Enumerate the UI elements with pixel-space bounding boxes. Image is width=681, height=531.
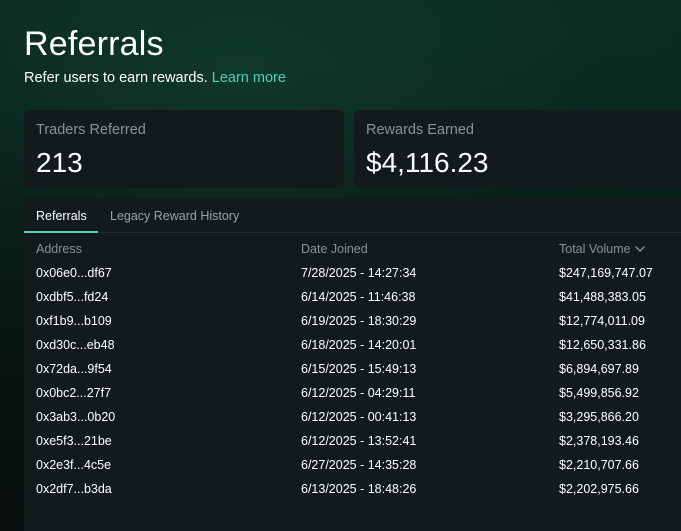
date-joined-cell: 6/12/2025 - 04:29:11 bbox=[301, 386, 416, 400]
date-joined-cell: 6/19/2025 - 18:30:29 bbox=[301, 314, 417, 328]
table-row[interactable]: 0x06e0...df67 7/28/2025 - 14:27:34 $247,16… bbox=[24, 264, 681, 288]
total-volume-cell: $41,488,383.05 bbox=[559, 290, 646, 304]
address-cell: 0x06e0...df67 bbox=[36, 266, 112, 280]
tab-bar: Referrals Legacy Reward History bbox=[24, 198, 681, 233]
total-volume-cell: $12,774,011.09 bbox=[559, 314, 645, 328]
page-title: Referrals bbox=[24, 25, 164, 63]
total-volume-cell: $12,650,331.86 bbox=[559, 338, 646, 352]
subtitle-text: Refer users to earn rewards. bbox=[24, 70, 208, 86]
table-row[interactable]: 0x2e3f...4c5e 6/27/2025 - 14:35:28 $2,210,… bbox=[24, 456, 681, 480]
address-cell: 0x0bc2...27f7 bbox=[36, 386, 112, 400]
address-cell: 0xd30c...eb48 bbox=[36, 338, 115, 352]
address-cell: 0xdbf5...fd24 bbox=[36, 290, 109, 304]
chevron-down-icon bbox=[634, 246, 645, 252]
date-joined-cell: 7/28/2025 - 14:27:34 bbox=[301, 266, 417, 280]
address-cell: 0x3ab3...0b20 bbox=[36, 410, 116, 424]
page-header: Referrals Refer users to earn rewards. L… bbox=[24, 24, 286, 87]
table-row[interactable]: 0x2df7...b3da 6/13/2025 - 18:48:26 $2,202,… bbox=[24, 480, 681, 504]
table-row[interactable]: 0x72da...9f54 6/15/2025 - 15:49:13 $6,894,… bbox=[24, 360, 681, 384]
total-volume-cell: $2,210,707.66 bbox=[559, 458, 639, 472]
rewards-earned-value: $4,116.23 bbox=[366, 147, 489, 178]
referrals-panel: Referrals Legacy Reward History Address … bbox=[24, 198, 681, 531]
table-row[interactable]: 0xf1b9...b109 6/19/2025 - 18:30:29 $12,774… bbox=[24, 312, 681, 336]
address-cell: 0xe5f3...21be bbox=[36, 434, 112, 448]
column-header-address[interactable]: Address bbox=[36, 241, 82, 257]
address-cell: 0x2e3f...4c5e bbox=[36, 458, 112, 472]
address-cell: 0xf1b9...b109 bbox=[36, 314, 112, 328]
total-volume-label: Total Volume bbox=[559, 242, 631, 256]
date-joined-cell: 6/15/2025 - 15:49:13 bbox=[301, 362, 417, 376]
rewards-earned-label: Rewards Earned bbox=[366, 122, 474, 138]
total-volume-cell: $247,169,747.07 bbox=[559, 266, 653, 280]
table-row[interactable]: 0xe5f3...21be 6/12/2025 - 13:52:41 $2,378,… bbox=[24, 432, 681, 456]
table-row[interactable]: 0x0bc2...27f7 6/12/2025 - 04:29:11 $5,499,… bbox=[24, 384, 681, 408]
date-joined-cell: 6/14/2025 - 11:46:38 bbox=[301, 290, 416, 304]
rewards-earned-card: Rewards Earned $4,116.23 bbox=[354, 110, 681, 188]
referrals-table-body: 0x06e0...df67 7/28/2025 - 14:27:34 $247,16… bbox=[24, 264, 681, 504]
date-joined-cell: 6/12/2025 - 13:52:41 bbox=[301, 434, 417, 448]
total-volume-cell: $5,499,856.92 bbox=[559, 386, 639, 400]
date-joined-cell: 6/13/2025 - 18:48:26 bbox=[301, 482, 417, 496]
traders-referred-card: Traders Referred 213 bbox=[24, 110, 344, 188]
tab-referrals[interactable]: Referrals bbox=[36, 208, 87, 224]
traders-referred-value: 213 bbox=[36, 147, 83, 178]
address-cell: 0x2df7...b3da bbox=[36, 482, 112, 496]
table-row[interactable]: 0xdbf5...fd24 6/14/2025 - 11:46:38 $41,488… bbox=[24, 288, 681, 312]
table-row[interactable]: 0x3ab3...0b20 6/12/2025 - 00:41:13 $3,295,… bbox=[24, 408, 681, 432]
total-volume-cell: $6,894,697.89 bbox=[559, 362, 639, 376]
table-row[interactable]: 0xd30c...eb48 6/18/2025 - 14:20:01 $12,650… bbox=[24, 336, 681, 360]
active-tab-indicator bbox=[24, 231, 98, 233]
tab-legacy-reward-history[interactable]: Legacy Reward History bbox=[110, 208, 239, 224]
date-joined-cell: 6/12/2025 - 00:41:13 bbox=[301, 410, 417, 424]
total-volume-cell: $3,295,866.20 bbox=[559, 410, 639, 424]
column-header-date-joined[interactable]: Date Joined bbox=[301, 241, 368, 257]
total-volume-cell: $2,378,193.46 bbox=[559, 434, 639, 448]
page-subtitle: Refer users to earn rewards. Learn more bbox=[24, 69, 286, 87]
traders-referred-label: Traders Referred bbox=[36, 122, 146, 138]
date-joined-cell: 6/18/2025 - 14:20:01 bbox=[301, 338, 417, 352]
date-joined-cell: 6/27/2025 - 14:35:28 bbox=[301, 458, 417, 472]
address-cell: 0x72da...9f54 bbox=[36, 362, 112, 376]
total-volume-cell: $2,202,975.66 bbox=[559, 482, 639, 496]
learn-more-link[interactable]: Learn more bbox=[212, 70, 286, 86]
column-header-total-volume[interactable]: Total Volume bbox=[559, 241, 645, 257]
